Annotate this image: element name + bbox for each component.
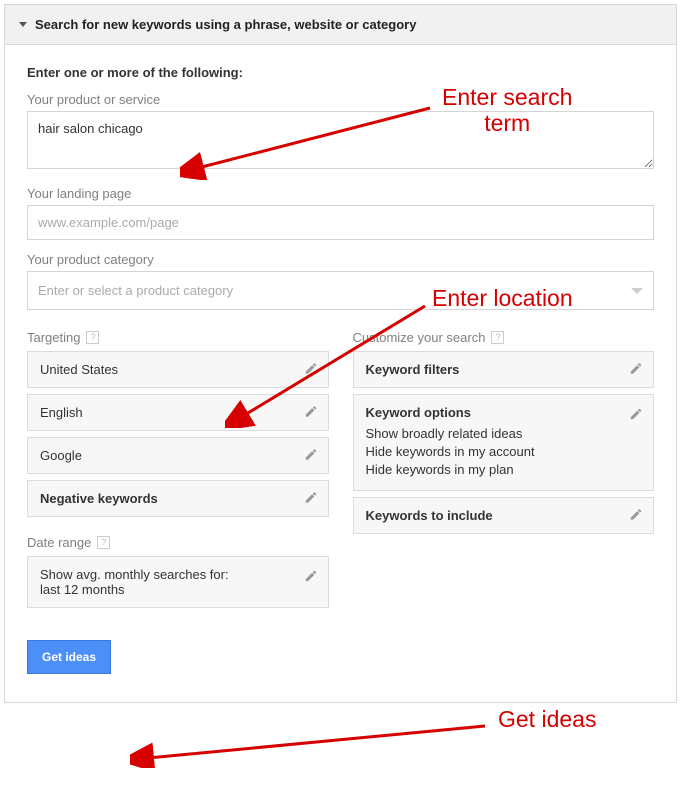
pencil-icon [304, 569, 318, 586]
category-label: Your product category [27, 252, 654, 267]
keyword-filters[interactable]: Keyword filters [353, 351, 655, 388]
help-icon[interactable]: ? [97, 536, 110, 549]
daterange-label: Date range ? [27, 535, 329, 550]
caret-down-icon [19, 22, 27, 27]
keywords-to-include[interactable]: Keywords to include [353, 497, 655, 534]
pencil-icon [629, 407, 643, 424]
chevron-down-icon [631, 288, 643, 294]
keyword-options[interactable]: Keyword options Show broadly related ide… [353, 394, 655, 491]
help-icon[interactable]: ? [86, 331, 99, 344]
panel-body: Enter one or more of the following: Your… [5, 45, 676, 702]
help-icon[interactable]: ? [491, 331, 504, 344]
category-select[interactable]: Enter or select a product category [27, 271, 654, 310]
targeting-network[interactable]: Google [27, 437, 329, 474]
landing-input[interactable] [27, 205, 654, 240]
pencil-icon [304, 404, 318, 421]
arrow-icon [130, 718, 500, 768]
daterange-box[interactable]: Show avg. monthly searches for: last 12 … [27, 556, 329, 608]
pencil-icon [304, 447, 318, 464]
category-placeholder: Enter or select a product category [38, 283, 233, 298]
customize-label: Customize your search ? [353, 330, 655, 345]
pencil-icon [629, 507, 643, 524]
product-input[interactable] [27, 111, 654, 169]
landing-label: Your landing page [27, 186, 654, 201]
product-label: Your product or service [27, 92, 654, 107]
keyword-planner-panel: Search for new keywords using a phrase, … [4, 4, 677, 703]
pencil-icon [304, 490, 318, 507]
get-ideas-button[interactable]: Get ideas [27, 640, 111, 674]
negative-keywords[interactable]: Negative keywords [27, 480, 329, 517]
annotation-get-ideas: Get ideas [498, 706, 596, 732]
section-title: Enter one or more of the following: [27, 65, 654, 80]
targeting-label: Targeting ? [27, 330, 329, 345]
targeting-location[interactable]: United States [27, 351, 329, 388]
pencil-icon [629, 361, 643, 378]
pencil-icon [304, 361, 318, 378]
panel-header[interactable]: Search for new keywords using a phrase, … [5, 5, 676, 45]
panel-title: Search for new keywords using a phrase, … [35, 17, 416, 32]
targeting-language[interactable]: English [27, 394, 329, 431]
